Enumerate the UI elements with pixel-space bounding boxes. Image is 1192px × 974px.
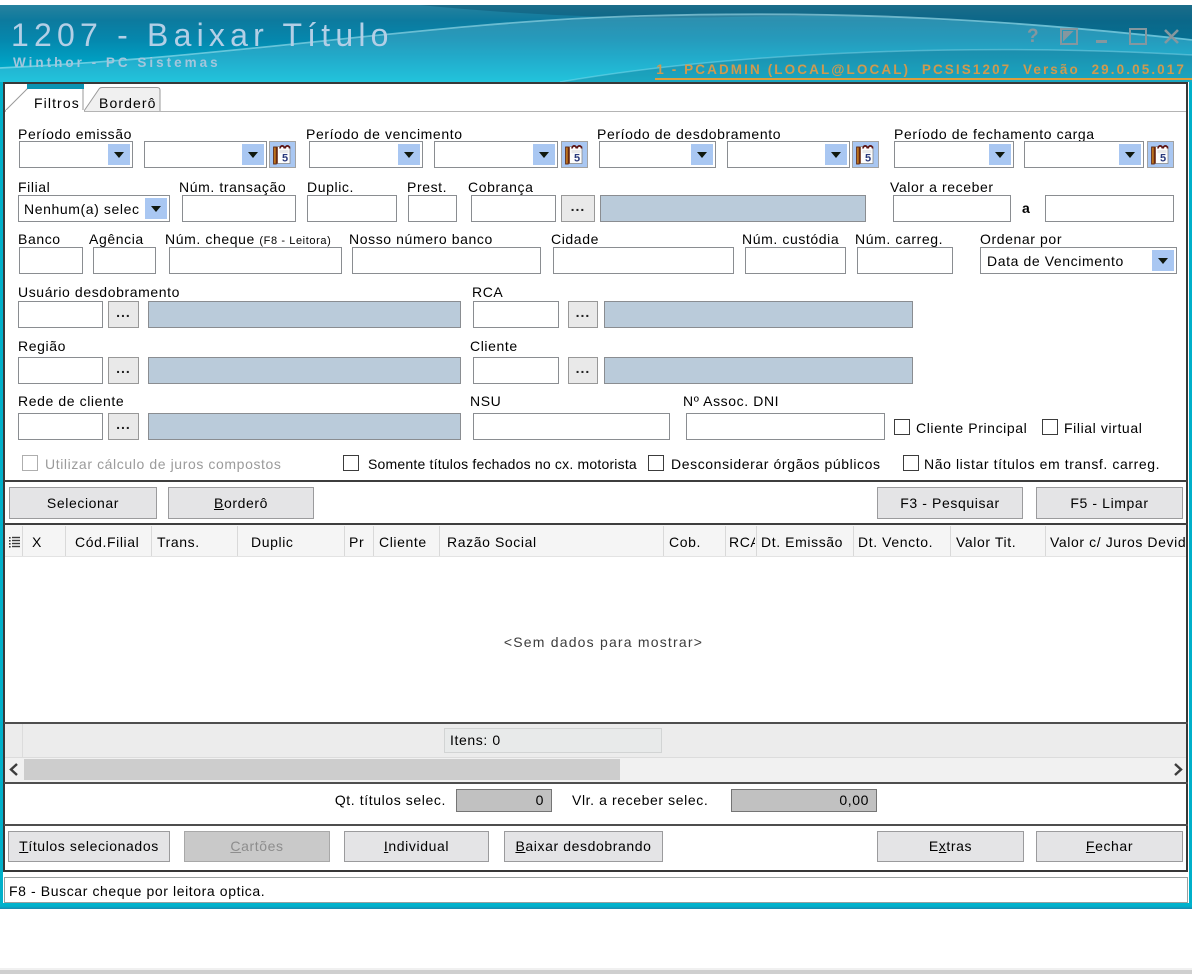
svg-text:5: 5 bbox=[574, 153, 581, 165]
svg-text:5: 5 bbox=[1160, 153, 1167, 165]
svg-text:5: 5 bbox=[865, 153, 872, 165]
svg-text:5: 5 bbox=[282, 153, 289, 165]
